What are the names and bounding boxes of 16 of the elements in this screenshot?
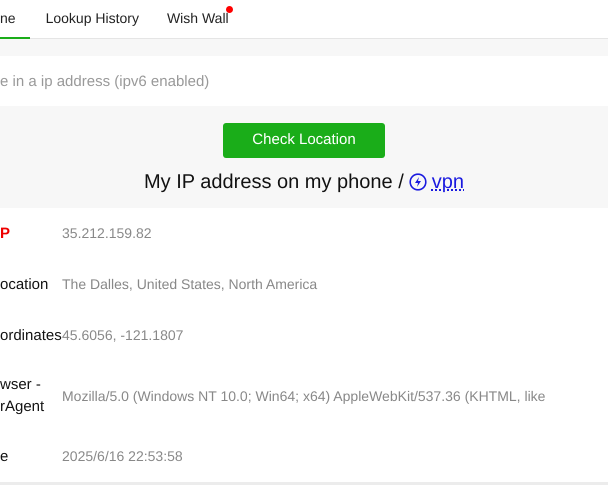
vpn-link[interactable]: vpn [432,167,464,197]
field-label: P [0,224,12,244]
lightning-icon [408,173,427,191]
field-label: ocation [0,274,50,294]
field-value: 35.212.159.82 [62,224,152,243]
tab[interactable]: Wish Wall [152,0,243,38]
search-field[interactable]: e in a ip address (ipv6 enabled) [0,56,608,106]
field-value: 45.6056, -121.1807 [62,326,184,345]
field-label: e [0,446,10,466]
tab[interactable]: Lookup History [32,0,153,38]
field-value: The Dalles, United States, North America [62,275,318,294]
field-value: 2025/6/16 22:53:58 [62,447,183,466]
field-value: Mozilla/5.0 (Windows NT 10.0; Win64; x64) AppleWebKit/537.36 (KHTML, like [62,386,546,406]
field-label: wser - rAgent [0,375,46,417]
heading-text: My IP address on my phone / [144,170,404,195]
field-label: ordinates [0,326,62,346]
